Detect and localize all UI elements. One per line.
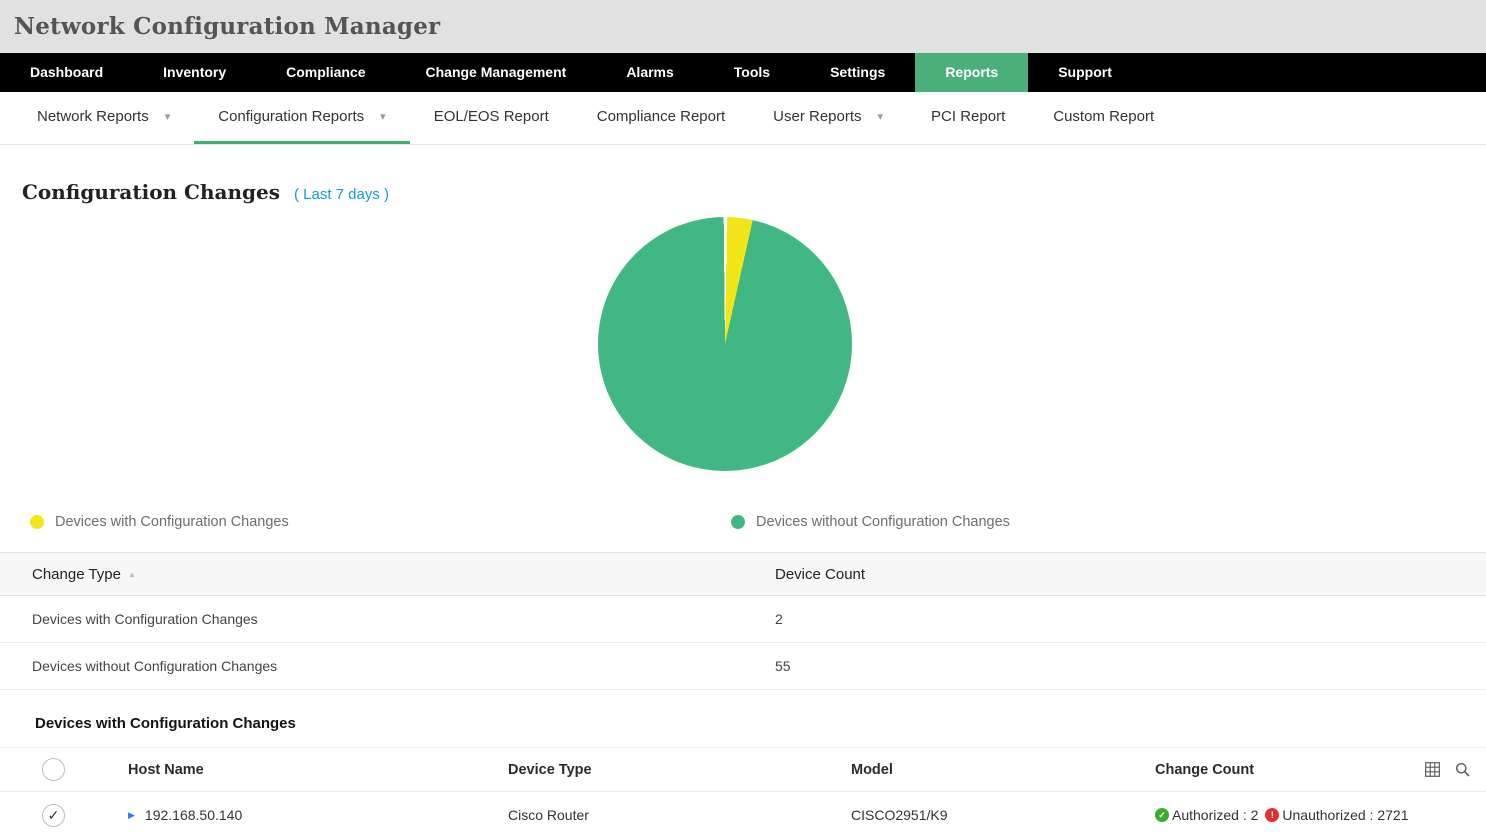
change-type-cell: Devices without Configuration Changes — [32, 658, 775, 674]
device-model-cell: CISCO2951/K9 — [813, 807, 1154, 823]
subnav-configuration-reports[interactable]: Configuration Reports ▾ — [194, 92, 409, 144]
select-all-checkbox[interactable] — [42, 758, 65, 781]
nav-inventory[interactable]: Inventory — [133, 53, 256, 92]
column-header-change-count[interactable]: Change Count — [1155, 762, 1254, 778]
column-header-change-type[interactable]: Change Type ▲ — [32, 566, 775, 583]
app-title: Network Configuration Manager — [14, 13, 440, 40]
app-header: Network Configuration Manager — [0, 0, 1486, 53]
device-row[interactable]: ✓ ▶ 192.168.50.140 Cisco Router CISCO295… — [0, 792, 1486, 835]
summary-table-row: Devices without Configuration Changes 55 — [0, 643, 1486, 690]
change-type-cell: Devices with Configuration Changes — [32, 611, 775, 627]
column-header-device-count[interactable]: Device Count — [775, 566, 1486, 583]
pie-chart[interactable] — [598, 217, 852, 471]
devices-section-title: Devices with Configuration Changes — [0, 690, 1486, 747]
column-label: Change Type — [32, 566, 121, 583]
search-icon[interactable] — [1455, 762, 1470, 777]
chevron-down-icon: ▾ — [380, 110, 386, 123]
summary-table-row: Devices with Configuration Changes 2 — [0, 596, 1486, 643]
legend-item-with-changes[interactable]: Devices with Configuration Changes — [30, 514, 731, 530]
nav-reports[interactable]: Reports — [915, 53, 1028, 92]
nav-tools[interactable]: Tools — [704, 53, 800, 92]
subnav-compliance-report[interactable]: Compliance Report — [573, 92, 749, 144]
legend-item-without-changes[interactable]: Devices without Configuration Changes — [731, 514, 1486, 530]
authorized-glyph: ✓ — [1158, 811, 1166, 820]
column-header-device-type[interactable]: Device Type — [470, 762, 813, 778]
device-host-name[interactable]: 192.168.50.140 — [145, 807, 242, 823]
chevron-down-icon: ▾ — [165, 110, 171, 123]
expand-row-icon[interactable]: ▶ — [128, 810, 135, 821]
subnav-user-reports[interactable]: User Reports ▾ — [749, 92, 907, 144]
change-summary-table: Change Type ▲ Device Count Devices with C… — [0, 552, 1486, 690]
legend-label: Devices without Configuration Changes — [756, 514, 1010, 530]
unauthorized-icon: ! — [1265, 808, 1279, 822]
row-checkbox[interactable]: ✓ — [42, 804, 65, 827]
chart-legend: Devices with Configuration Changes Devic… — [0, 514, 1486, 530]
nav-support[interactable]: Support — [1028, 53, 1142, 92]
unauthorized-count: Unauthorized : 2721 — [1282, 807, 1408, 823]
subnav-label: User Reports — [773, 108, 861, 125]
subnav-eol-eos-report[interactable]: EOL/EOS Report — [410, 92, 573, 144]
nav-alarms[interactable]: Alarms — [596, 53, 703, 92]
device-type-cell: Cisco Router — [470, 807, 813, 823]
legend-swatch-green — [731, 515, 745, 529]
subnav-network-reports[interactable]: Network Reports ▾ — [13, 92, 194, 144]
subnav-label: Compliance Report — [597, 108, 725, 125]
devices-table: Host Name Device Type Model Change Count — [0, 747, 1486, 835]
nav-dashboard[interactable]: Dashboard — [0, 53, 133, 92]
unauthorized-glyph: ! — [1271, 811, 1274, 820]
subnav-label: EOL/EOS Report — [434, 108, 549, 125]
subnav-label: Network Reports — [37, 108, 149, 125]
device-count-cell: 55 — [775, 658, 1486, 674]
check-icon: ✓ — [48, 808, 60, 822]
chart-area — [0, 217, 1486, 471]
column-chooser-icon[interactable] — [1425, 762, 1440, 777]
column-header-host-name[interactable]: Host Name — [90, 762, 470, 778]
subnav-label: PCI Report — [931, 108, 1005, 125]
nav-change-management[interactable]: Change Management — [396, 53, 597, 92]
subnav-label: Custom Report — [1053, 108, 1154, 125]
authorized-count: Authorized : 2 — [1172, 807, 1258, 823]
legend-label: Devices with Configuration Changes — [55, 514, 289, 530]
legend-swatch-yellow — [30, 515, 44, 529]
page-title: Configuration Changes — [22, 180, 280, 204]
chevron-down-icon: ▾ — [878, 110, 884, 123]
summary-table-header: Change Type ▲ Device Count — [0, 552, 1486, 596]
report-content: Configuration Changes ( Last 7 days ) De… — [0, 180, 1486, 835]
subnav-custom-report[interactable]: Custom Report — [1029, 92, 1178, 144]
subnav-pci-report[interactable]: PCI Report — [907, 92, 1029, 144]
report-period: ( Last 7 days ) — [294, 186, 389, 203]
column-header-model[interactable]: Model — [813, 762, 1154, 778]
nav-settings[interactable]: Settings — [800, 53, 915, 92]
devices-table-header: Host Name Device Type Model Change Count — [0, 747, 1486, 792]
reports-subnav: Network Reports ▾ Configuration Reports … — [0, 92, 1486, 145]
subnav-label: Configuration Reports — [218, 108, 364, 125]
nav-compliance[interactable]: Compliance — [256, 53, 395, 92]
sort-asc-icon: ▲ — [128, 570, 136, 579]
main-nav: Dashboard Inventory Compliance Change Ma… — [0, 53, 1486, 92]
device-count-cell: 2 — [775, 611, 1486, 627]
page-head: Configuration Changes ( Last 7 days ) — [22, 180, 1486, 204]
authorized-icon: ✓ — [1155, 808, 1169, 822]
